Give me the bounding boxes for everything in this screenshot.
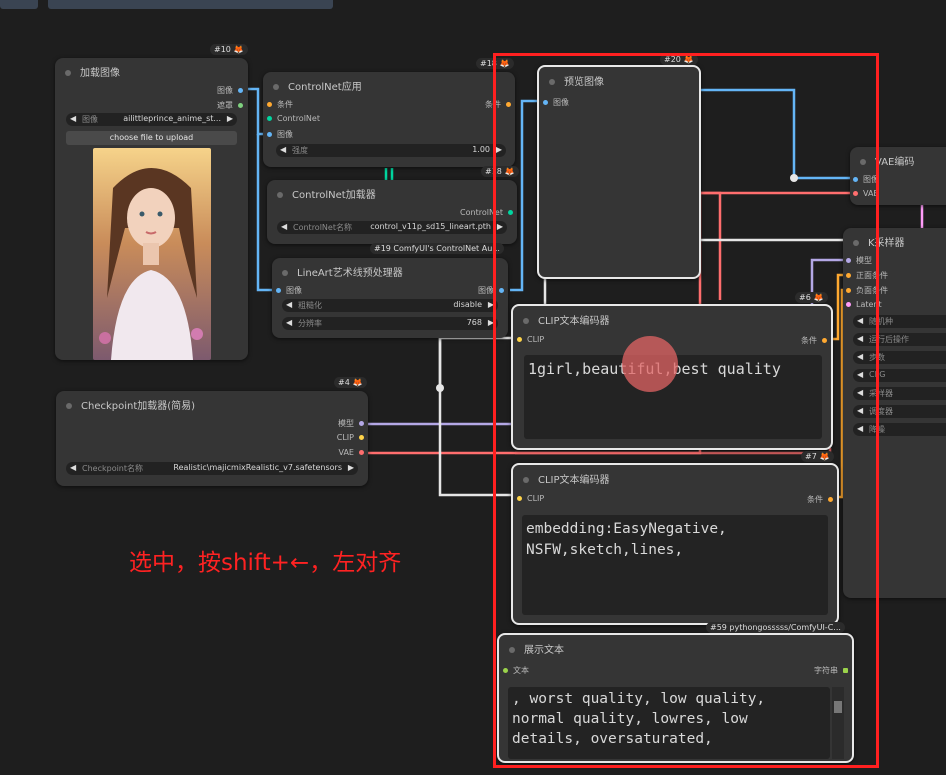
resolution-widget[interactable]: ◀ 分辨率 768 ▶ — [282, 317, 498, 330]
selection-highlight-box — [493, 53, 879, 768]
node-title: 加载图像 — [65, 64, 120, 79]
load-image-node[interactable]: 加载图像 图像 遮罩 ◀ 图像 ailittleprince_anime_st...… — [55, 58, 248, 360]
output-mask[interactable]: 遮罩 — [217, 100, 243, 111]
output-image[interactable]: 图像 — [217, 85, 243, 96]
checkpoint-loader-node[interactable]: Checkpoint加载器(简易) 模型 CLIP VAE ◀ Checkpoin… — [56, 391, 368, 486]
image-preview — [93, 148, 211, 360]
node-title: LineArt艺术线预处理器 — [282, 264, 403, 279]
node-title: ControlNet应用 — [273, 78, 362, 93]
input-controlnet[interactable]: ControlNet — [267, 114, 320, 123]
checkpoint-name-widget[interactable]: ◀ Checkpoint名称 Realistic\majicmixRealistic… — [66, 462, 358, 475]
output-vae[interactable]: VAE — [339, 448, 364, 457]
output-model[interactable]: 模型 — [338, 418, 364, 429]
input-image[interactable]: 图像 — [267, 129, 293, 140]
controlnet-apply-node[interactable]: ControlNet应用 条件 ControlNet 图像 条件 ◀ 强度 1.00… — [263, 72, 515, 167]
image-select-widget[interactable]: ◀ 图像 ailittleprince_anime_st... ▶ — [66, 113, 237, 126]
input-image[interactable]: 图像 — [276, 285, 302, 296]
upload-button[interactable]: choose file to upload — [66, 131, 237, 145]
output-clip[interactable]: CLIP — [337, 433, 364, 442]
annotation-text: 选中，按shift+←，左对齐 — [129, 550, 402, 576]
node-title: ControlNet加载器 — [277, 186, 376, 201]
input-conditioning[interactable]: 条件 — [267, 99, 293, 110]
strength-widget[interactable]: ◀ 强度 1.00 ▶ — [276, 144, 506, 157]
controlnet-name-widget[interactable]: ◀ ControlNet名称 control_v11p_sd15_lineart.p… — [277, 221, 507, 234]
controlnet-loader-node[interactable]: ControlNet加载器 ControlNet ◀ ControlNet名称 co… — [267, 180, 517, 244]
coarse-widget[interactable]: ◀ 粗糙化 disable ▶ — [282, 299, 498, 312]
node-id-badge: #10 🦊 — [210, 44, 248, 55]
mouse-cursor-highlight — [622, 336, 678, 392]
node-id-badge: #4 🦊 — [334, 377, 367, 388]
lineart-preprocessor-node[interactable]: LineArt艺术线预处理器 图像 图像 ◀ 粗糙化 disable ▶ ◀ 分辨率 76… — [272, 258, 508, 338]
node-title: Checkpoint加载器(简易) — [66, 397, 195, 412]
node-id-badge: #19 ComfyUI's ControlNet Au... — [370, 243, 504, 254]
